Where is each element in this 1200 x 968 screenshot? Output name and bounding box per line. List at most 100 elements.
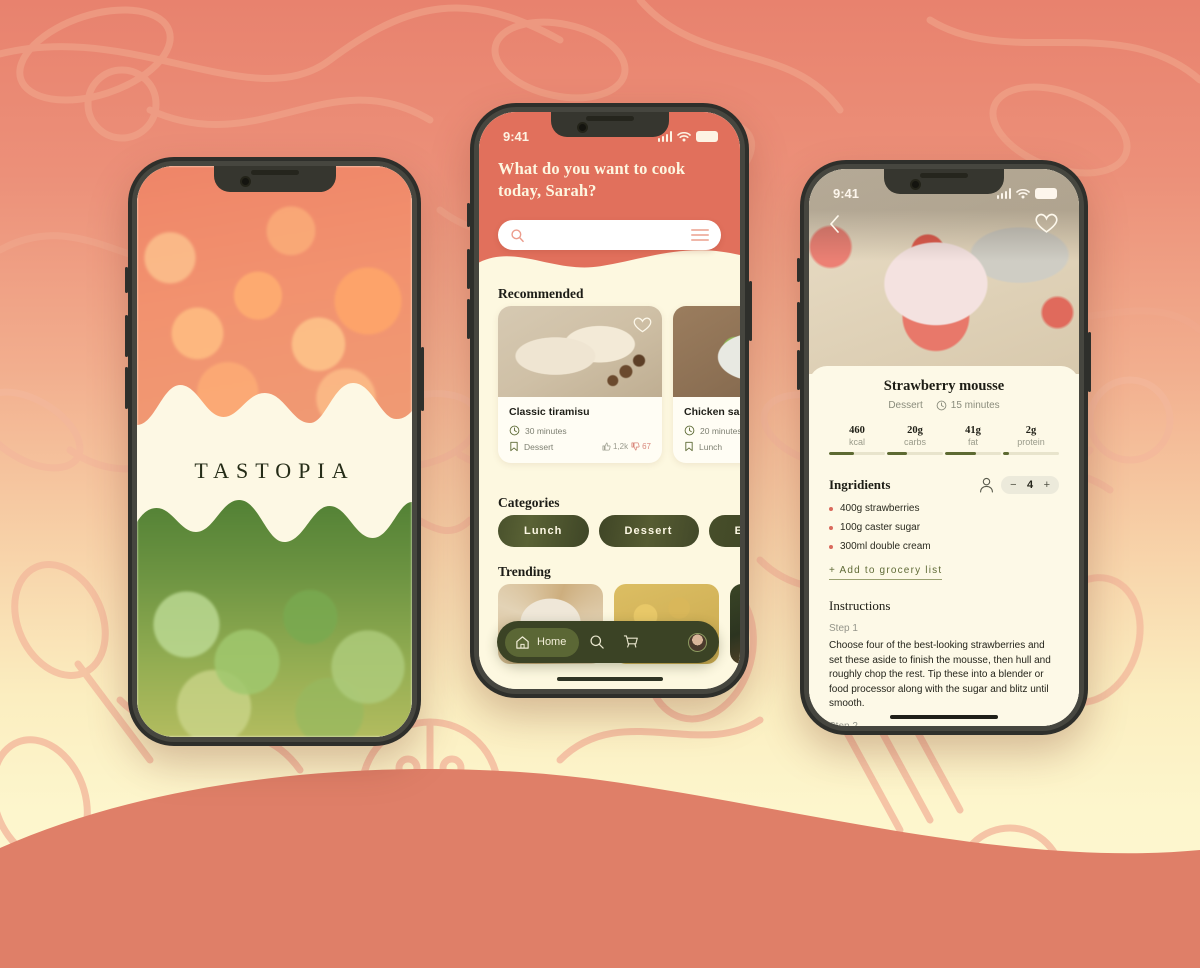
tab-cart[interactable] (615, 634, 647, 650)
macro-label: kcal (848, 437, 865, 447)
recommended-carousel[interactable]: Classic tiramisu 30 minutes Dessert 1,2k… (498, 306, 740, 463)
upvote-group[interactable]: 1,2k (602, 442, 628, 451)
battery-icon (1035, 187, 1057, 199)
macro-track (1003, 452, 1059, 455)
recommended-section-title: Recommended (498, 286, 584, 301)
categories-carousel[interactable]: Lunch Dessert Easy (498, 515, 740, 547)
ingredient-text: 100g caster sugar (840, 522, 921, 533)
categories-section-title: Categories (498, 495, 560, 510)
macro-label: fat (967, 437, 978, 447)
recipe-content-sheet: Strawberry mousse Dessert 15 minutes 460 (809, 366, 1079, 726)
ingredients-list: 400g strawberries 100g caster sugar 300m… (829, 503, 1059, 552)
macro-fill (945, 452, 976, 455)
downvote-group[interactable]: 67 (631, 442, 651, 451)
recipe-name: Chicken salad (684, 406, 740, 418)
ingredient-item: 100g caster sugar (829, 522, 1059, 533)
filter-menu-icon[interactable] (691, 229, 709, 241)
phone3-volume-up[interactable] (797, 302, 800, 342)
ingredient-text: 400g strawberries (840, 503, 920, 514)
profile-avatar[interactable] (688, 632, 707, 652)
tab-search[interactable] (581, 634, 613, 650)
battery-icon (696, 130, 718, 142)
recipe-time: 20 minutes (700, 425, 740, 436)
recipe-category: Lunch (699, 441, 723, 452)
search-bar[interactable] (498, 220, 721, 250)
decrement-servings-button[interactable]: − (1010, 479, 1016, 491)
downvote-count: 67 (642, 442, 651, 451)
phone1-mute-switch[interactable] (125, 267, 128, 293)
earpiece-speaker (585, 116, 634, 121)
tab-home-label: Home (537, 636, 567, 648)
macro-fill (829, 452, 855, 455)
phone1-screen: TASTOPIA (137, 166, 412, 737)
clock-icon (936, 400, 947, 411)
phone2-screen: 9:41 What do you want to cook today, Sar… (479, 112, 740, 689)
phone-recipe-device: 9:41 Strawberry mousse Dessert 15 minute… (797, 160, 1091, 735)
phone2-notch (550, 112, 669, 137)
front-camera (576, 122, 588, 133)
wifi-icon (677, 131, 691, 141)
macro-track (829, 452, 885, 455)
front-camera (910, 179, 921, 190)
recipe-card[interactable]: Chicken salad 20 minutes (673, 306, 740, 463)
tab-home[interactable]: Home (505, 627, 580, 657)
recipe-category-row: Lunch (684, 441, 740, 452)
phone3-mute-switch[interactable] (797, 258, 800, 282)
phone1-power-button[interactable] (421, 347, 424, 411)
phone1-volume-down[interactable] (125, 367, 128, 409)
servings-control[interactable]: − 4 + (979, 476, 1059, 494)
phone2-volume-down[interactable] (467, 299, 470, 339)
category-chip-easy[interactable]: Easy (708, 515, 740, 547)
bottom-wave (0, 768, 1200, 968)
phone3-power-button[interactable] (1088, 332, 1091, 392)
favorite-heart-icon[interactable] (632, 314, 653, 335)
greeting-text: What do you want to cook today, Sarah? (498, 159, 686, 200)
recipe-card-body: Classic tiramisu 30 minutes Dessert 1,2k… (498, 397, 662, 463)
recipe-time-row: 30 minutes (509, 425, 651, 436)
front-camera (239, 176, 251, 187)
phone2-power-button[interactable] (749, 281, 752, 341)
favorite-heart-icon[interactable] (1034, 211, 1059, 234)
ingredient-text: 300ml double cream (840, 541, 931, 552)
status-time: 9:41 (503, 128, 530, 144)
recipe-time: 15 minutes (950, 400, 1000, 411)
recipe-card[interactable]: Classic tiramisu 30 minutes Dessert 1,2k… (498, 306, 662, 463)
macro-track (887, 452, 943, 455)
phone2-volume-up[interactable] (467, 249, 470, 289)
category-chip-lunch[interactable]: Lunch (498, 515, 589, 547)
recipe-time-group: 15 minutes (936, 400, 1000, 411)
bookmark-icon (510, 441, 518, 452)
recipe-card-body: Chicken salad 20 minutes (673, 397, 740, 463)
bottom-tab-bar[interactable]: Home (497, 621, 719, 663)
macro-item: 2g protein (1003, 425, 1059, 455)
back-arrow-icon[interactable] (827, 213, 843, 235)
macro-item: 41g fat (945, 425, 1001, 455)
phone1-volume-up[interactable] (125, 315, 128, 357)
phone3-notch (884, 169, 1004, 194)
phone3-volume-down[interactable] (797, 350, 800, 390)
servings-stepper[interactable]: − 4 + (1001, 476, 1059, 494)
phone1-notch (213, 166, 336, 192)
macro-nutrients-row: 460 kcal 20g carbs 41g fat 2g protein (829, 425, 1059, 455)
upvote-count: 1,2k (612, 442, 629, 451)
phone2-mute-switch[interactable] (467, 203, 470, 227)
bullet-dot (829, 525, 833, 530)
recipe-time-row: 20 minutes (684, 425, 740, 436)
wifi-icon (1016, 188, 1030, 198)
search-icon (511, 228, 524, 242)
trending-card[interactable] (730, 584, 740, 664)
app-logo-text: TASTOPIA (194, 458, 355, 483)
recipe-subtitle-row: Dessert 15 minutes (829, 400, 1059, 411)
category-chip-dessert[interactable]: Dessert (598, 515, 699, 547)
splash-bottom-wave (137, 487, 412, 542)
search-input[interactable] (531, 229, 691, 241)
recipe-card-image (498, 306, 662, 397)
home-indicator (890, 715, 998, 719)
macro-fill (1003, 452, 1010, 455)
increment-servings-button[interactable]: + (1044, 479, 1050, 491)
thumbs-up-icon (602, 442, 611, 451)
thumbs-down-icon (631, 442, 640, 451)
add-to-grocery-list-link[interactable]: + Add to grocery list (829, 565, 943, 580)
category-label: Dessert (624, 525, 673, 537)
clock-icon (684, 425, 695, 436)
